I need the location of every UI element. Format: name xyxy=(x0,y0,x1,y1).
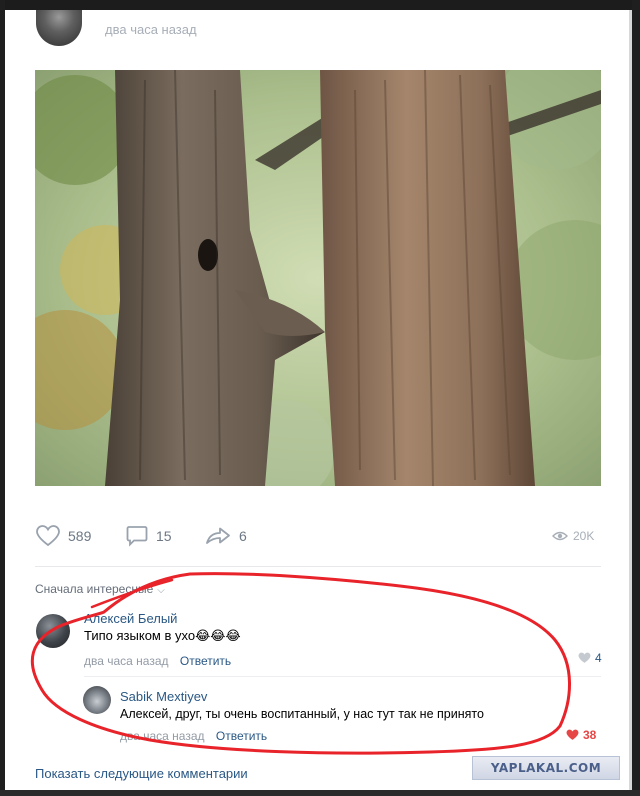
views-count: 20K xyxy=(573,529,595,543)
frame-bottom-border xyxy=(0,790,640,796)
frame-top-border xyxy=(0,0,640,10)
comment-author-avatar[interactable] xyxy=(36,614,70,648)
reply-author-avatar[interactable] xyxy=(83,686,111,714)
comment-timestamp: два часа назад xyxy=(84,654,169,668)
reply-link[interactable]: Ответить xyxy=(180,654,231,668)
comment-like-button[interactable]: 4 xyxy=(578,651,602,665)
chevron-down-icon: ⌵ xyxy=(157,585,165,596)
watermark-logo: YAPLAKAL.COM xyxy=(472,756,620,780)
comments-sort-dropdown[interactable]: Сначала интересные ⌵ xyxy=(35,582,165,596)
frame-right-border xyxy=(632,0,640,796)
comment-text: Типо языком в ухо😂😂😂 xyxy=(84,628,241,643)
heart-filled-icon xyxy=(566,729,579,740)
post-photo[interactable] xyxy=(35,70,601,486)
comment-icon xyxy=(126,526,148,547)
eye-icon xyxy=(552,531,568,541)
reply-like-button[interactable]: 38 xyxy=(566,728,596,742)
reply-thread-separator xyxy=(84,676,601,677)
share-arrow-icon xyxy=(206,527,230,544)
reply-timestamp: два часа назад xyxy=(120,729,205,743)
reply-link[interactable]: Ответить xyxy=(216,729,267,743)
post-author-avatar[interactable] xyxy=(36,10,82,46)
frame-shadow xyxy=(629,10,632,790)
views-indicator: 20K xyxy=(552,520,594,552)
shares-count: 6 xyxy=(239,528,247,544)
reply-text: Алексей, друг, ты очень воспитанный, у н… xyxy=(120,707,484,721)
frame-left-border xyxy=(0,0,5,796)
share-button[interactable]: 6 xyxy=(205,520,247,552)
reply-like-count: 38 xyxy=(583,728,597,742)
heart-icon xyxy=(578,652,591,663)
comments-divider xyxy=(35,566,601,567)
post-stats-bar: 589 15 6 20K xyxy=(0,520,640,552)
trees-photo-image xyxy=(35,70,601,486)
comment-meta: два часа назад Ответить xyxy=(84,654,231,668)
sort-label: Сначала интересные xyxy=(35,582,154,596)
likes-count: 589 xyxy=(68,528,92,544)
comments-count: 15 xyxy=(156,528,172,544)
comment-like-count: 4 xyxy=(595,651,602,665)
heart-icon xyxy=(36,525,60,547)
post-timestamp: два часа назад xyxy=(105,22,197,37)
comment-button[interactable]: 15 xyxy=(126,520,172,552)
show-more-comments-link[interactable]: Показать следующие комментарии xyxy=(35,766,248,781)
reply-meta: два часа назад Ответить xyxy=(120,729,267,743)
like-button[interactable]: 589 xyxy=(36,520,91,552)
comment-author-name[interactable]: Алексей Белый xyxy=(84,611,177,626)
reply-author-name[interactable]: Sabik Mextiyev xyxy=(120,689,207,704)
